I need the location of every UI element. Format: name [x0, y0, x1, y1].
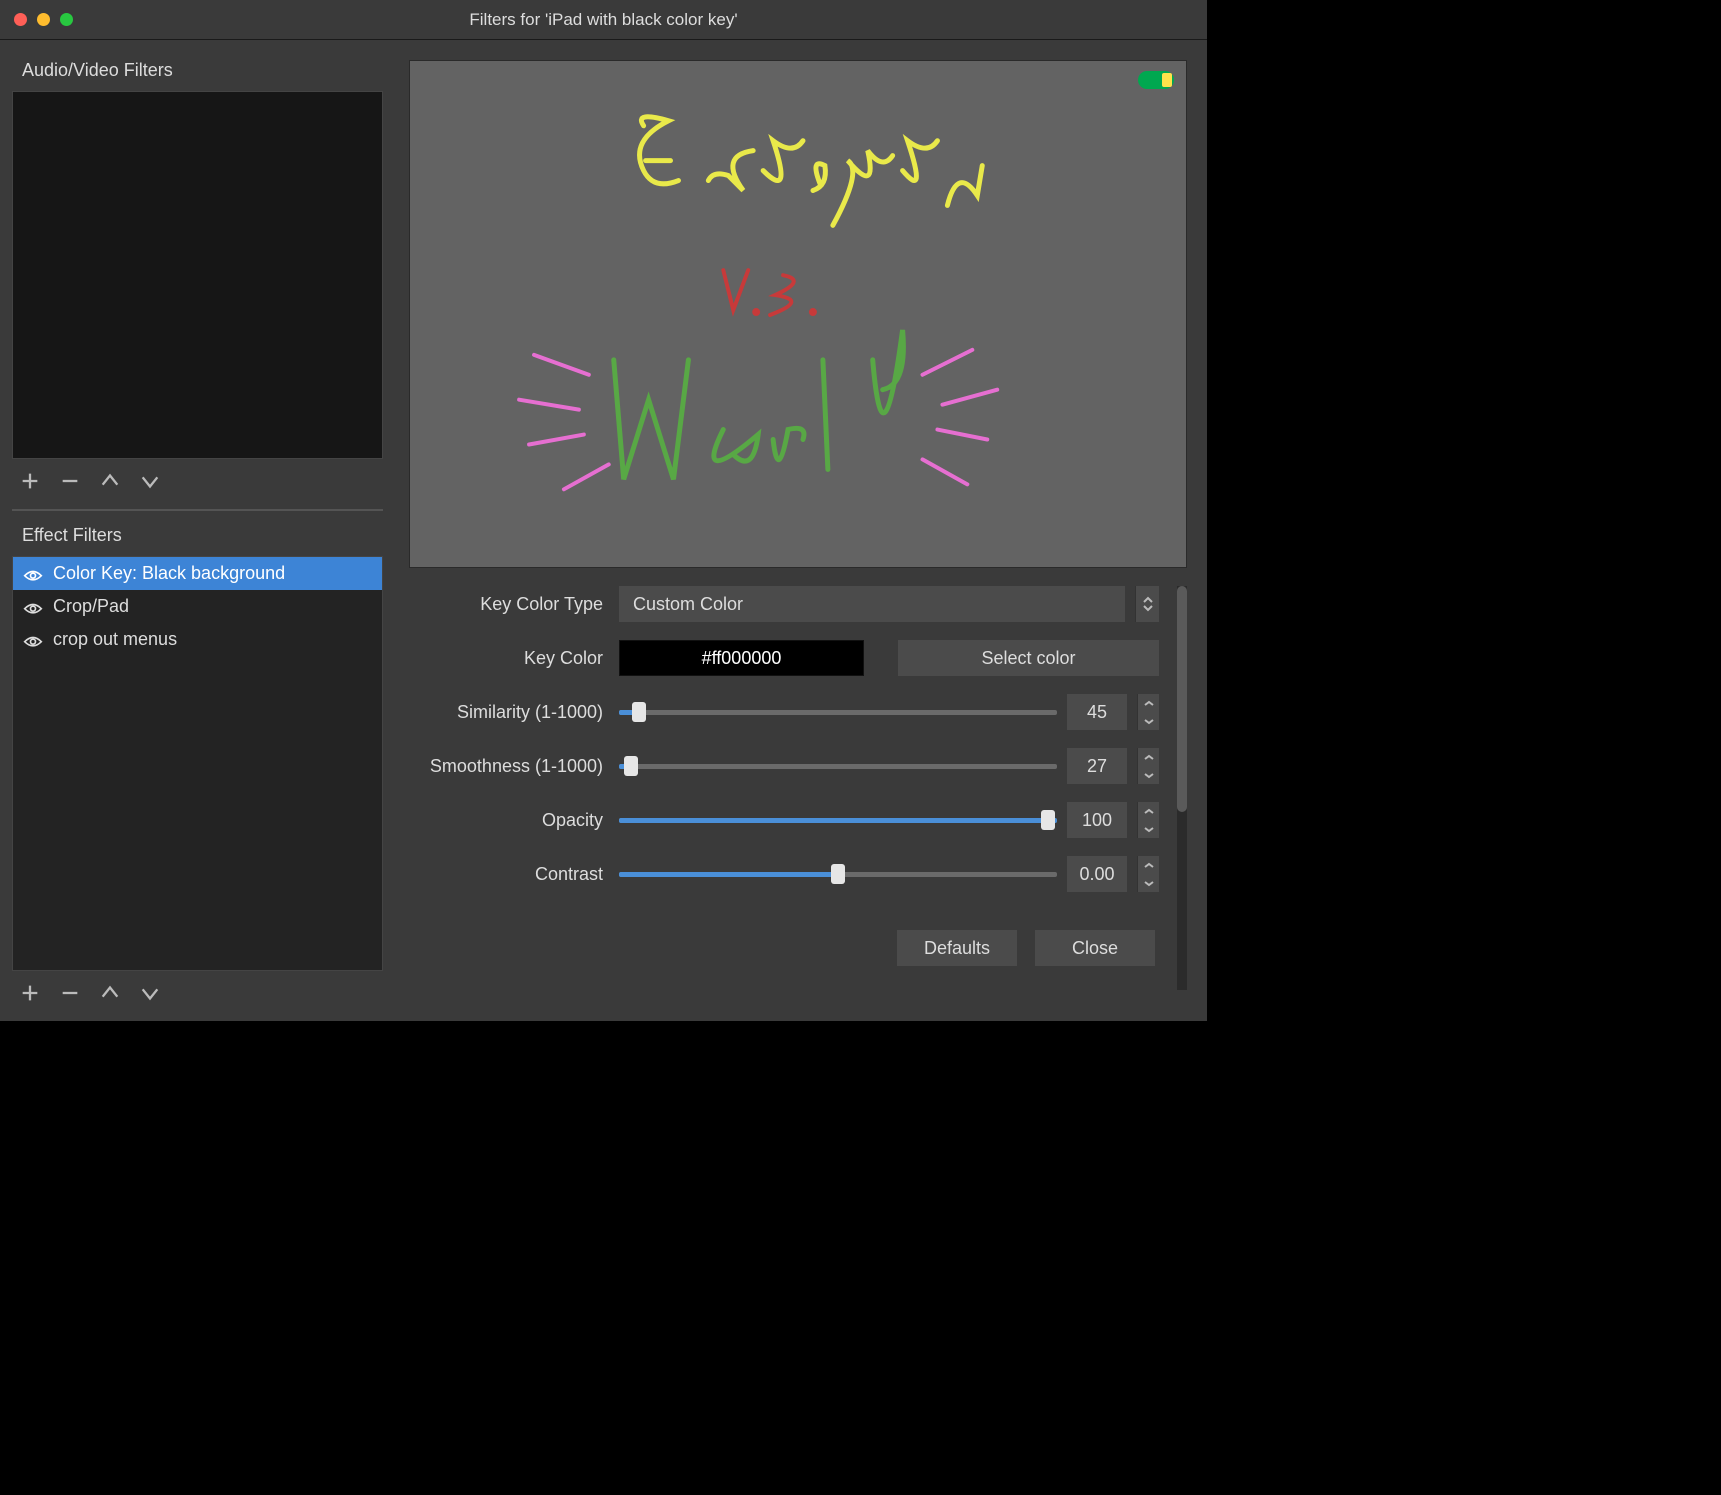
filter-preview [409, 60, 1187, 568]
visibility-eye-icon[interactable] [23, 567, 43, 581]
add-effect-filter-button[interactable] [18, 981, 42, 1005]
preview-toggle[interactable] [1138, 71, 1174, 89]
smoothness-slider[interactable] [619, 748, 1057, 784]
effect-filter-item-color-key[interactable]: Color Key: Black background [13, 557, 382, 590]
close-window-icon[interactable] [14, 13, 27, 26]
key-color-type-select[interactable]: Custom Color [619, 586, 1125, 622]
similarity-label: Similarity (1-1000) [409, 702, 609, 723]
effect-filter-item-crop-out-menus[interactable]: crop out menus [13, 623, 382, 656]
smoothness-value[interactable]: 27 [1067, 748, 1127, 784]
contrast-slider[interactable] [619, 856, 1057, 892]
opacity-label: Opacity [409, 810, 609, 831]
contrast-row: Contrast 0.00 [409, 856, 1159, 892]
filter-controls: Key Color Type Custom Color Key Color #f… [409, 568, 1187, 990]
zoom-window-icon[interactable] [60, 13, 73, 26]
move-effect-filter-up-button[interactable] [98, 981, 122, 1005]
av-filters-toolbar [0, 459, 395, 509]
key-color-row: Key Color #ff000000 Select color [409, 640, 1159, 676]
contrast-label: Contrast [409, 864, 609, 885]
effect-filters-label: Effect Filters [0, 525, 395, 556]
effect-filter-label: Crop/Pad [53, 596, 129, 617]
remove-effect-filter-button[interactable] [58, 981, 82, 1005]
filter-properties-panel: Key Color Type Custom Color Key Color #f… [395, 40, 1207, 1021]
opacity-slider[interactable] [619, 802, 1057, 838]
audio-video-filters-label: Audio/Video Filters [0, 60, 395, 91]
window-controls [0, 13, 73, 26]
move-effect-filter-down-button[interactable] [138, 981, 162, 1005]
key-color-swatch[interactable]: #ff000000 [619, 640, 864, 676]
visibility-eye-icon[interactable] [23, 600, 43, 614]
effect-filters-toolbar [0, 971, 395, 1021]
key-color-type-row: Key Color Type Custom Color [409, 586, 1159, 622]
similarity-stepper[interactable] [1137, 694, 1159, 730]
opacity-stepper[interactable] [1137, 802, 1159, 838]
effect-filter-item-crop-pad[interactable]: Crop/Pad [13, 590, 382, 623]
remove-av-filter-button[interactable] [58, 469, 82, 493]
defaults-button[interactable]: Defaults [897, 930, 1017, 966]
audio-video-filters-list[interactable] [12, 91, 383, 459]
filters-dialog: Filters for 'iPad with black color key' … [0, 0, 1207, 1021]
minimize-window-icon[interactable] [37, 13, 50, 26]
similarity-row: Similarity (1-1000) 45 [409, 694, 1159, 730]
visibility-eye-icon[interactable] [23, 633, 43, 647]
key-color-type-label: Key Color Type [409, 594, 609, 615]
sidebar-divider [12, 509, 383, 511]
dialog-footer: Defaults Close [409, 910, 1159, 990]
effect-filter-label: crop out menus [53, 629, 177, 650]
effect-filter-label: Color Key: Black background [53, 563, 285, 584]
opacity-value[interactable]: 100 [1067, 802, 1127, 838]
preview-drawing [410, 61, 1186, 567]
contrast-stepper[interactable] [1137, 856, 1159, 892]
key-color-type-stepper[interactable] [1135, 586, 1159, 622]
effect-filters-list[interactable]: Color Key: Black background Crop/Pad cro… [12, 556, 383, 971]
controls-scrollbar[interactable] [1177, 586, 1187, 990]
window-title: Filters for 'iPad with black color key' [0, 10, 1207, 30]
add-av-filter-button[interactable] [18, 469, 42, 493]
key-color-label: Key Color [409, 648, 609, 669]
select-color-button[interactable]: Select color [898, 640, 1159, 676]
move-av-filter-down-button[interactable] [138, 469, 162, 493]
similarity-slider[interactable] [619, 694, 1057, 730]
smoothness-label: Smoothness (1-1000) [409, 756, 609, 777]
smoothness-stepper[interactable] [1137, 748, 1159, 784]
close-button[interactable]: Close [1035, 930, 1155, 966]
filters-sidebar: Audio/Video Filters Effect Filters Color… [0, 40, 395, 1021]
similarity-value[interactable]: 45 [1067, 694, 1127, 730]
smoothness-row: Smoothness (1-1000) 27 [409, 748, 1159, 784]
titlebar: Filters for 'iPad with black color key' [0, 0, 1207, 40]
contrast-value[interactable]: 0.00 [1067, 856, 1127, 892]
move-av-filter-up-button[interactable] [98, 469, 122, 493]
opacity-row: Opacity 100 [409, 802, 1159, 838]
